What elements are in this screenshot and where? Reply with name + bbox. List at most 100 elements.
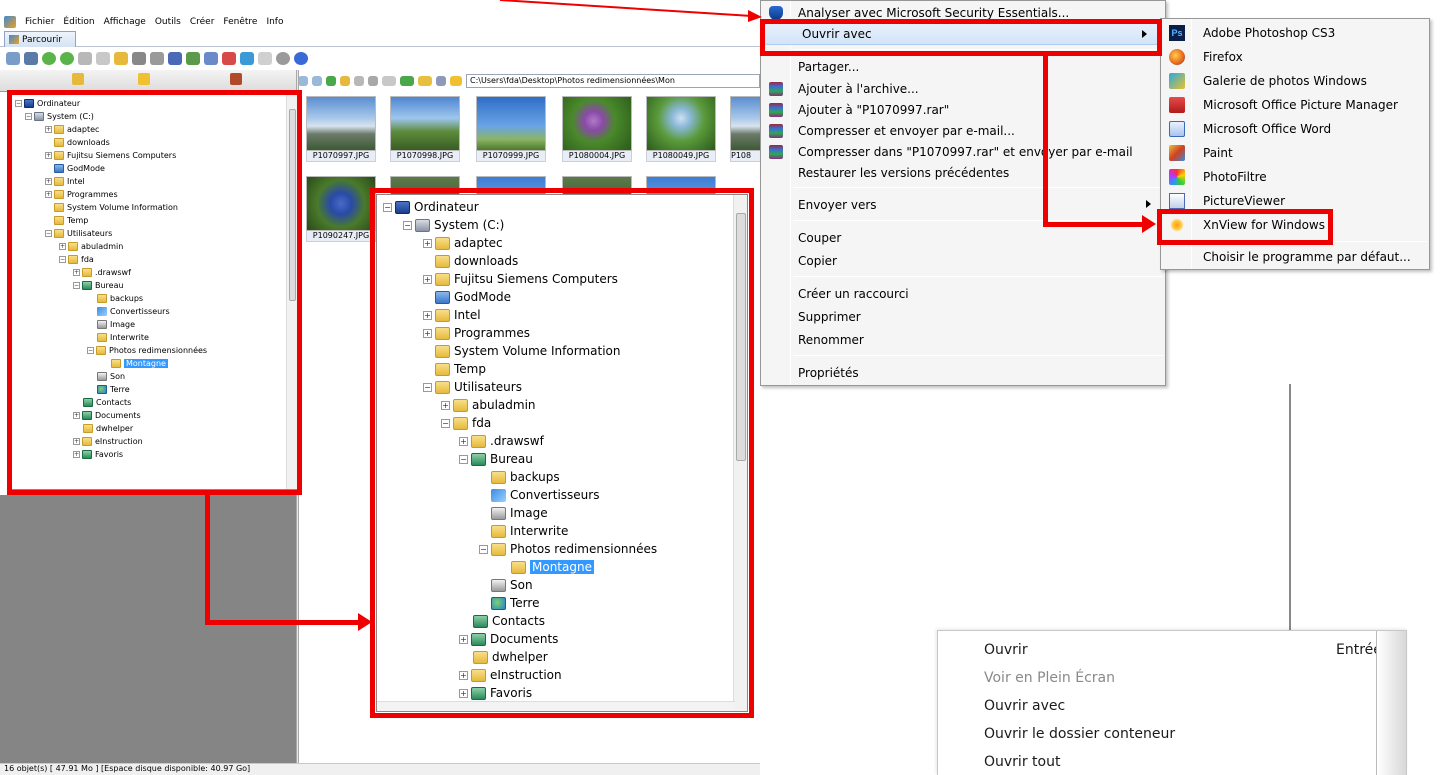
file-context-menu: Analyser avec Microsoft Security Essenti… (760, 0, 1166, 386)
view-mode-icon[interactable] (382, 76, 396, 86)
menu-outils[interactable]: Outils (155, 17, 181, 27)
menu-bar: Fichier Édition Affichage Outils Créer F… (0, 14, 760, 30)
favorite-star-icon[interactable] (450, 76, 462, 86)
menu-item-couper[interactable]: Couper (761, 227, 1165, 249)
filter-icon[interactable] (418, 76, 432, 86)
thumbnail-image (306, 96, 376, 151)
fullscreen-icon[interactable] (24, 51, 38, 65)
annotation-box-zoomed-tree (370, 188, 754, 718)
submenu-item-galerie[interactable]: Galerie de photos Windows (1161, 69, 1429, 93)
thumbnail-item[interactable]: P1070998.JPG (390, 96, 460, 162)
menu-item-label: Paint (1203, 146, 1233, 160)
shield-icon (769, 6, 783, 20)
menu-item-label: Choisir le programme par défaut... (1203, 250, 1411, 264)
nav-up-icon[interactable] (326, 76, 336, 86)
forward-icon[interactable] (60, 51, 74, 65)
menu-item-ajouter-archive[interactable]: Ajouter à l'archive... (761, 78, 1165, 100)
thumbnails-icon[interactable] (258, 51, 272, 65)
menu-affichage[interactable]: Affichage (104, 17, 146, 27)
menu-item-renommer[interactable]: Renommer (761, 329, 1165, 351)
menu-separator (793, 220, 1163, 221)
categories-tab-icon[interactable] (230, 73, 242, 85)
menu-item-ouvrir-dossier[interactable]: Ouvrir le dossier conteneur (938, 720, 1406, 748)
menu-item-creer-raccourci[interactable]: Créer un raccourci (761, 283, 1165, 305)
submenu-item-word[interactable]: Microsoft Office Word (1161, 117, 1429, 141)
annotation-box-small-tree (7, 90, 302, 495)
menu-item-partager[interactable]: Partager... (761, 56, 1165, 78)
print-icon[interactable] (150, 51, 164, 65)
thumbnail-item[interactable]: P1090247.JPG (306, 176, 376, 242)
tab-parcourir[interactable]: Parcourir (4, 31, 76, 47)
photoshop-icon: Ps (1169, 25, 1185, 41)
thumbnail-item[interactable]: P1070997.JPG (306, 96, 376, 162)
info-icon[interactable] (294, 51, 308, 65)
left-pane-tabs (0, 70, 296, 92)
menu-item-compresser-envoyer[interactable]: Compresser et envoyer par e-mail... (761, 120, 1165, 142)
menu-item-label: Ouvrir le dossier conteneur (984, 726, 1176, 742)
up-icon[interactable] (78, 51, 92, 65)
xnview-context-menu: Ouvrir Entrée Voir en Plein Écran Ouvrir … (937, 630, 1407, 775)
thumbnail-item[interactable]: P1070999.JPG (476, 96, 546, 162)
firefox-icon (1169, 49, 1185, 65)
menu-fichier[interactable]: Fichier (25, 17, 54, 27)
nav-forward-icon[interactable] (312, 76, 322, 86)
menu-item-proprietes[interactable]: Propriétés (761, 362, 1165, 384)
list-view-icon[interactable] (168, 51, 182, 65)
menu-item-ouvrir-tout[interactable]: Ouvrir tout (938, 748, 1406, 775)
menu-item-label: Analyser avec Microsoft Security Essenti… (798, 6, 1070, 20)
picture-manager-icon (1169, 97, 1185, 113)
submenu-item-paint[interactable]: Paint (1161, 141, 1429, 165)
convert-icon[interactable] (240, 51, 254, 65)
browse-icon (9, 35, 19, 44)
menu-item-supprimer[interactable]: Supprimer (761, 306, 1165, 328)
new-folder-icon[interactable] (340, 76, 350, 86)
submenu-item-choisir-programme[interactable]: Choisir le programme par défaut... (1161, 245, 1429, 269)
favorites-tab-icon[interactable] (138, 73, 150, 85)
menu-item-label: Couper (798, 231, 842, 245)
grid-view-icon[interactable] (186, 51, 200, 65)
thumbnail-item[interactable]: P1080049.JPG (646, 96, 716, 162)
winrar-icon (769, 124, 783, 138)
back-icon[interactable] (42, 51, 56, 65)
folders-tab-icon[interactable] (72, 73, 84, 85)
delete-icon[interactable] (368, 76, 378, 86)
copy-icon[interactable] (96, 51, 110, 65)
menu-item-ajouter-rar[interactable]: Ajouter à "P1070997.rar" (761, 99, 1165, 121)
submenu-item-picture-manager[interactable]: Microsoft Office Picture Manager (1161, 93, 1429, 117)
browser-icon[interactable] (6, 51, 20, 65)
settings-icon[interactable] (276, 51, 290, 65)
photofiltre-icon (1169, 169, 1185, 185)
menu-item-label: Ouvrir (984, 642, 1028, 658)
menu-item-ouvrir[interactable]: Ouvrir Entrée (938, 636, 1406, 664)
menu-item-envoyer-vers[interactable]: Envoyer vers (761, 194, 1165, 216)
submenu-item-photofiltre[interactable]: PhotoFiltre (1161, 165, 1429, 189)
menu-item-ouvrir-avec[interactable]: Ouvrir avec (938, 692, 1406, 720)
menu-item-label: Restaurer les versions précédentes (798, 166, 1010, 180)
menu-item-label: Partager... (798, 60, 860, 74)
edit-icon[interactable] (354, 76, 364, 86)
sort-icon[interactable] (400, 76, 414, 86)
menu-creer[interactable]: Créer (190, 17, 215, 27)
pictureviewer-icon (1169, 193, 1185, 209)
menu-item-label: Créer un raccourci (798, 287, 909, 301)
thumbnail-image (646, 96, 716, 151)
nav-back-icon[interactable] (298, 76, 308, 86)
menu-edition[interactable]: Édition (63, 17, 94, 27)
menu-info[interactable]: Info (266, 17, 283, 27)
menu-item-restaurer[interactable]: Restaurer les versions précédentes (761, 162, 1165, 184)
refresh-icon[interactable] (436, 76, 446, 86)
menu-item-compresser-dans[interactable]: Compresser dans "P1070997.rar" et envoye… (761, 141, 1165, 163)
folder-icon[interactable] (114, 51, 128, 65)
details-view-icon[interactable] (204, 51, 218, 65)
slideshow-icon[interactable] (222, 51, 236, 65)
tab-parcourir-label: Parcourir (22, 34, 63, 45)
thumbnail-item[interactable]: P108 (730, 96, 760, 162)
binoculars-icon[interactable] (132, 51, 146, 65)
path-toolbar: C:\Users\fda\Desktop\Photos redimensionn… (298, 72, 760, 90)
thumbnail-item[interactable]: P1080004.JPG (562, 96, 632, 162)
menu-item-copier[interactable]: Copier (761, 250, 1165, 272)
menu-fenetre[interactable]: Fenêtre (223, 17, 257, 27)
submenu-item-firefox[interactable]: Firefox (1161, 45, 1429, 69)
submenu-item-photoshop[interactable]: Ps Adobe Photoshop CS3 (1161, 21, 1429, 45)
path-input[interactable]: C:\Users\fda\Desktop\Photos redimensionn… (466, 74, 760, 88)
